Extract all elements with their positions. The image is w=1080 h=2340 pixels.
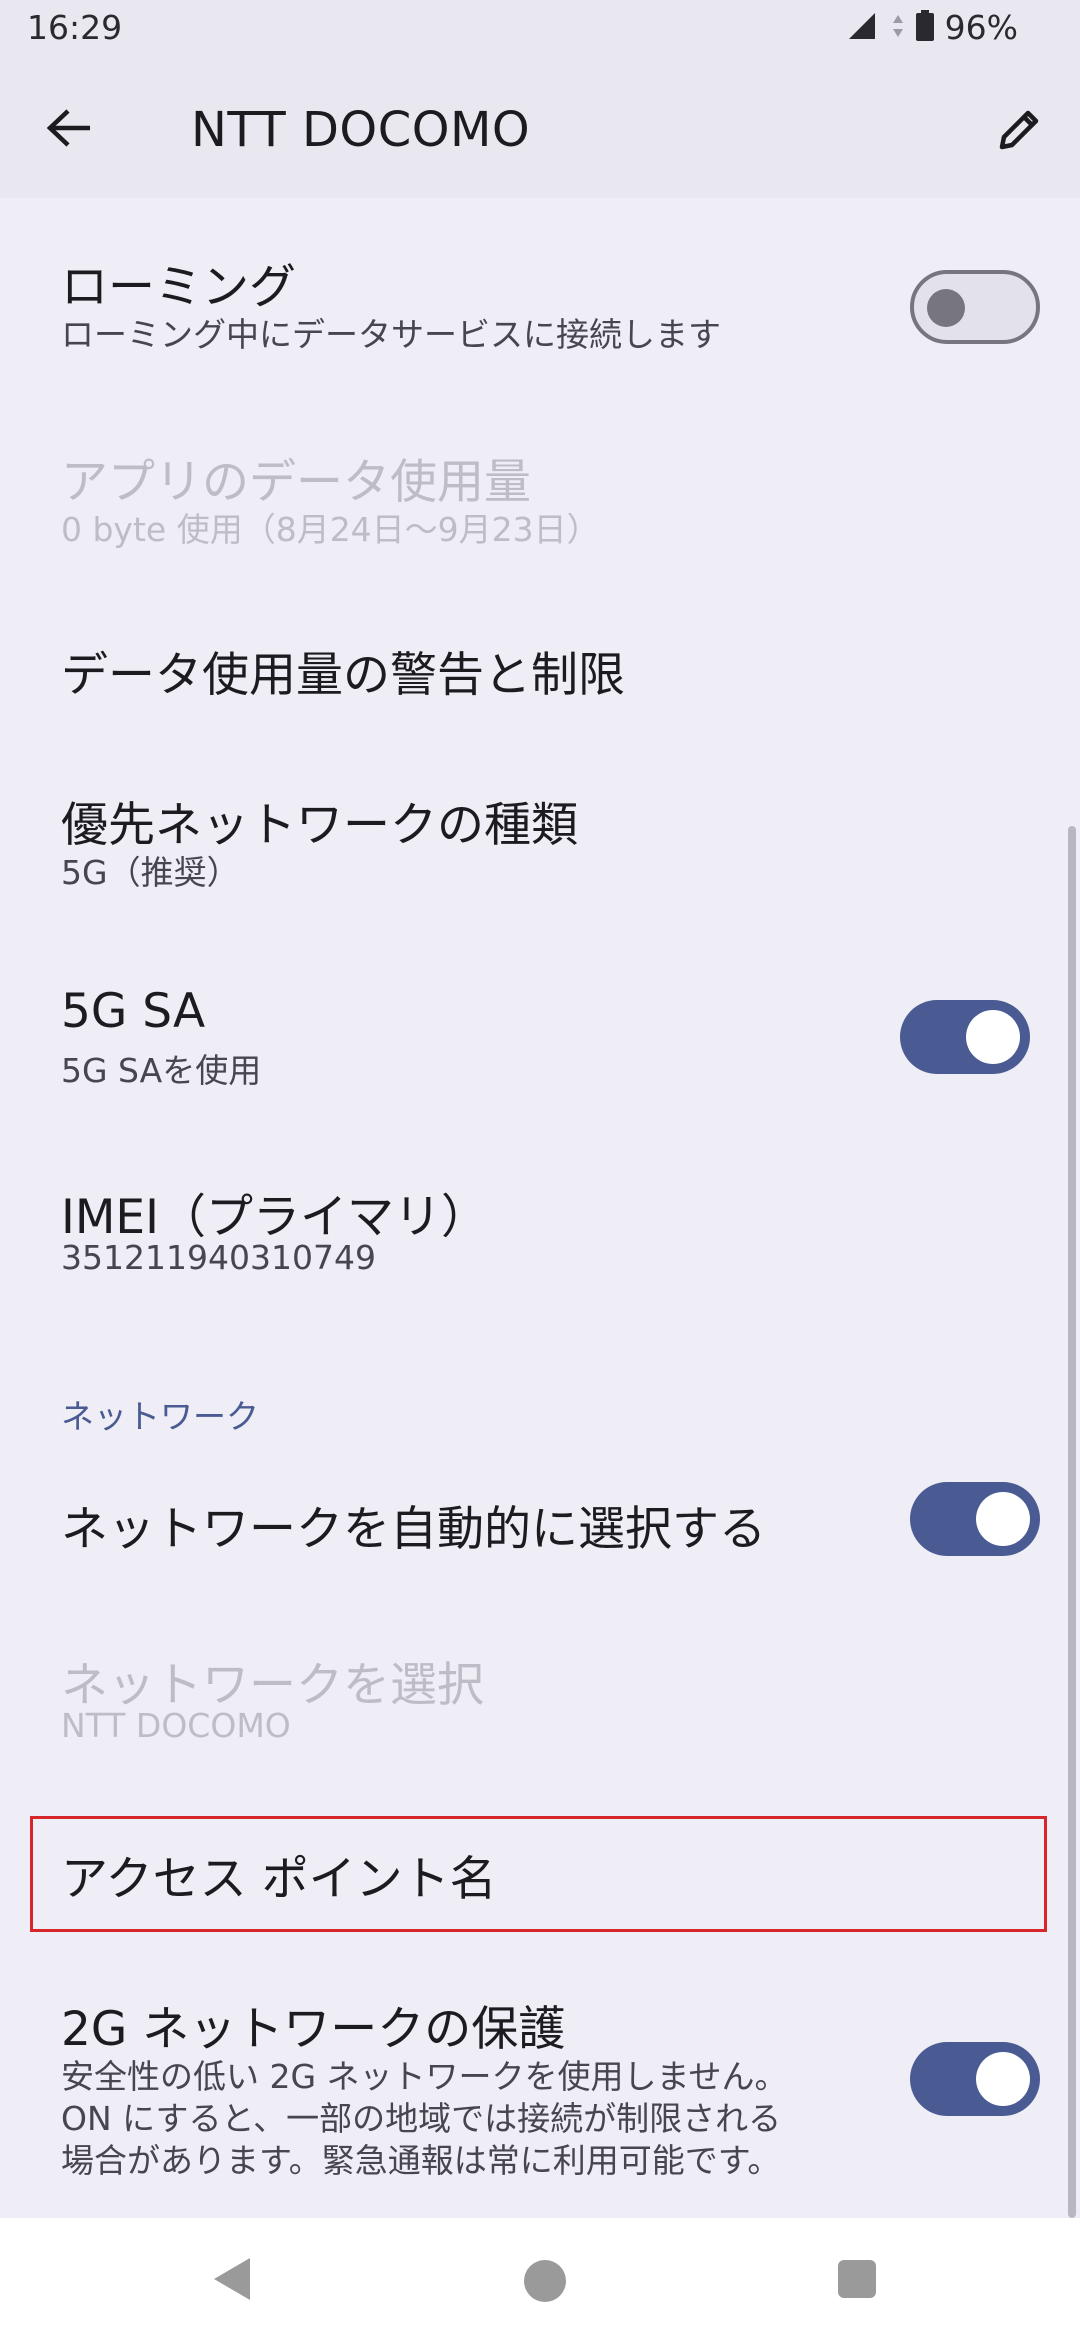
auto-network-title: ネットワークを自動的に選択する [61,1502,766,1557]
roaming-subtitle: ローミング中にデータサービスに接続します [61,315,721,354]
preferred-network-subtitle: 5G（推奨） [61,853,240,892]
page-title: NTT DOCOMO [191,102,531,158]
two-g-protection-toggle[interactable] [910,2042,1040,2116]
roaming-row[interactable]: ローミング ローミング中にデータサービスに接続します [0,248,1080,368]
app-data-usage-subtitle: 0 byte 使用（8月24日〜9月23日） [61,510,600,549]
app-data-usage-row: アプリのデータ使用量 0 byte 使用（8月24日〜9月23日） [0,443,1080,549]
five-g-sa-title: 5G SA [61,984,206,1039]
pencil-icon [996,105,1044,157]
scrollbar[interactable] [1068,826,1076,2218]
five-g-sa-toggle[interactable] [900,1000,1030,1074]
apn-highlight-box [30,1816,1047,1932]
signal-icon [847,11,881,45]
navigation-bar [0,2218,1080,2340]
screen: 16:29 96% NTT DOCOMO ローミング ローミング中にデータサービ… [0,0,1080,2340]
five-g-sa-row[interactable]: 5G SA 5G SAを使用 [0,984,1080,1094]
auto-network-row[interactable]: ネットワークを自動的に選択する [0,1482,1080,1570]
back-button[interactable] [40,101,98,159]
nav-back-icon[interactable] [212,2256,252,2306]
select-network-subtitle: NTT DOCOMO [61,1706,291,1745]
network-section-header: ネットワーク [61,1397,259,1436]
status-icons: 96% [847,8,1018,47]
imei-row[interactable]: IMEI（プライマリ） 351211940310749 [0,1178,1080,1288]
nav-home-icon[interactable] [524,2260,566,2302]
two-g-protection-row[interactable]: 2G ネットワークの保護 安全性の低い 2G ネットワークを使用しません。 ON… [0,1990,1080,2190]
select-network-row: ネットワークを選択 NTT DOCOMO [0,1646,1080,1756]
preferred-network-row[interactable]: 優先ネットワークの種類 5G（推奨） [0,786,1080,896]
status-bar: 16:29 96% [0,0,1080,60]
battery-percent: 96% [944,8,1018,47]
roaming-title: ローミング [61,260,296,315]
data-warning-title: データ使用量の警告と制限 [61,648,625,703]
roaming-toggle[interactable] [910,270,1040,344]
two-g-protection-desc-3: 場合があります。緊急通報は常に利用可能です。 [61,2141,781,2180]
data-arrows-icon [891,11,905,45]
app-data-usage-title: アプリのデータ使用量 [61,455,531,510]
two-g-protection-title: 2G ネットワークの保護 [61,2002,566,2057]
status-time: 16:29 [27,8,123,47]
data-warning-row[interactable]: データ使用量の警告と制限 [0,636,1080,706]
two-g-protection-desc-2: ON にすると、一部の地域では接続が制限される [61,2099,782,2138]
preferred-network-title: 優先ネットワークの種類 [61,798,578,853]
arrow-left-icon [46,108,92,152]
app-bar: NTT DOCOMO [0,60,1080,198]
nav-recents-icon[interactable] [838,2260,876,2298]
battery-icon [915,9,935,46]
imei-value: 351211940310749 [61,1238,376,1277]
auto-network-toggle[interactable] [910,1482,1040,1556]
two-g-protection-desc-1: 安全性の低い 2G ネットワークを使用しません。 [61,2057,788,2096]
edit-button[interactable] [992,103,1048,159]
five-g-sa-subtitle: 5G SAを使用 [61,1051,262,1090]
imei-title: IMEI（プライマリ） [61,1190,488,1245]
select-network-title: ネットワークを選択 [61,1658,484,1713]
